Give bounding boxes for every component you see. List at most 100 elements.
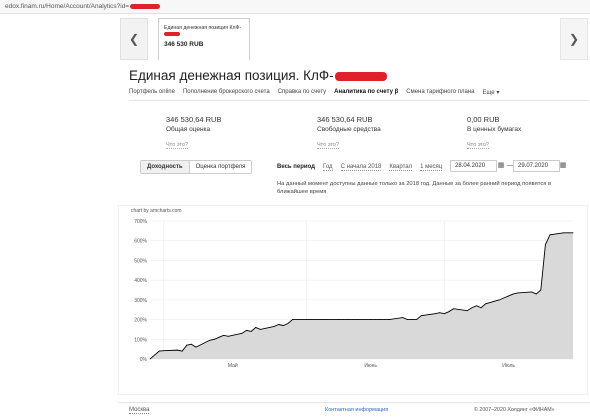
data-point [535,293,537,295]
tab-account-statement[interactable]: Справка по счету [278,89,326,96]
metric-free-cash-value: 346 530,64 RUB [317,115,373,124]
portfolio-value-toggle-button[interactable]: Оценка портфеля [189,161,252,173]
data-point [177,349,178,351]
carousel-next-button[interactable]: ❯ [560,18,588,60]
chevron-left-icon: ❮ [128,32,140,46]
metric-total-label: Общая оценка [166,126,211,133]
metric-total: 346 530,64 RUB Общая оценка Что это? [166,115,221,151]
data-point [545,244,546,246]
metric-securities-help[interactable]: Что это? [467,142,489,149]
data-point [466,310,468,312]
calendar-to-icon[interactable]: ▦ [558,160,568,172]
period-month-link[interactable]: 1 месяц [420,164,443,171]
y-tick-label: 500% [134,258,147,264]
data-point [563,232,565,234]
y-tick-label: 100% [134,337,147,343]
tab-tariff-change[interactable]: Смена тарифного плана [406,89,474,96]
y-tick-label: 300% [134,298,147,304]
footer-contact-link[interactable]: Контактная информация [325,407,388,413]
data-point [448,311,450,313]
chart-view-toggle: Доходность Оценка портфеля [140,160,253,174]
data-point [278,324,280,325]
data-point [517,292,519,294]
footer-city[interactable]: Москва [129,407,150,414]
period-since-2018-link[interactable]: С начала 2018 [340,164,382,171]
period-quarter-link[interactable]: Квартал [389,164,413,171]
data-point [374,319,376,320]
data-point [218,336,220,338]
y-tick-label: 600% [134,239,147,245]
period-year-link[interactable]: Год [323,164,333,171]
data-point [255,327,257,328]
data-point [250,331,252,332]
metric-securities: 0,00 RUB В ценных бумагах Что это? [467,115,521,151]
y-tick-label: 400% [134,278,147,284]
data-point [402,317,404,318]
account-tabs: Портфель online Пополнение брокерского с… [129,89,499,96]
tab-portfolio-online[interactable]: Портфель online [129,89,175,96]
data-point [512,293,514,295]
page-title: Единая денежная позиция. КлФ- [129,68,387,83]
period-all-label[interactable]: Весь период [277,164,315,171]
data-point [310,319,312,320]
data-point [319,319,321,320]
data-point [227,335,229,337]
data-point [315,319,316,320]
data-point [351,319,353,320]
metric-total-help[interactable]: Что это? [166,142,188,149]
data-point [347,319,349,320]
data-point [540,289,542,291]
data-point [407,319,408,320]
data-point [324,319,326,320]
data-point [181,350,183,352]
account-carousel: ❮ Единая денежная позиция КлФ- 346 530 R… [120,18,590,60]
data-point [338,319,339,320]
metric-free-cash-help[interactable]: Что это? [317,142,339,149]
browser-url-bar[interactable]: edox.finam.ru/Home/Account/Analytics?id= [0,0,590,14]
data-point [471,307,473,309]
data-point [434,313,436,315]
data-point [149,358,151,360]
data-point [476,305,477,307]
footer-divider [118,402,590,403]
data-point [213,338,215,340]
data-point [186,344,188,346]
date-to-field[interactable]: 29.07.2020 [513,160,560,172]
data-point [292,319,293,320]
metric-securities-value: 0,00 RUB [467,115,500,124]
yield-toggle-button[interactable]: Доходность [141,161,190,173]
redacted-account [334,71,387,81]
tab-deposit[interactable]: Пополнение брокерского счета [183,89,270,96]
data-point [416,319,418,320]
calendar-from-icon[interactable]: ▦ [496,160,506,172]
tab-more[interactable]: Еще ▾ [482,89,499,96]
yield-chart: 0% 100% 200% 300% 400% 500% 600% 700% Май Июнь Ию… [134,219,574,369]
data-point [531,291,533,293]
date-from-field[interactable]: 28.04.2020 [450,160,497,172]
metric-free-cash: 346 530,64 RUB Свободные средства Что эт… [317,115,381,151]
data-point [485,303,487,305]
account-card-value: 346 530 RUB [164,41,204,48]
footer-copyright: © 2007–2020 Холдинг «ФИНАМ» [474,407,555,413]
data-point [241,332,243,334]
tabs-divider [129,100,589,101]
metric-securities-label: В ценных бумагах [467,126,522,133]
data-point [572,232,574,234]
data-point [287,323,289,324]
account-card[interactable]: Единая денежная позиция КлФ- 346 530 RUB [158,18,250,60]
data-point [384,319,385,320]
data-point [273,326,275,327]
data-point [223,334,224,336]
chevron-right-icon: ❯ [568,32,580,46]
tab-analytics[interactable]: Аналитика по счету β [334,89,398,96]
data-point [568,232,569,234]
x-tick-label: Июль [502,363,515,369]
data-point [356,319,358,320]
data-point [209,339,211,341]
data-point [453,308,454,310]
y-tick-label: 700% [134,219,147,225]
data-point [379,319,381,320]
data-point [342,319,344,320]
carousel-prev-button[interactable]: ❮ [120,18,148,60]
data-point [154,354,155,356]
